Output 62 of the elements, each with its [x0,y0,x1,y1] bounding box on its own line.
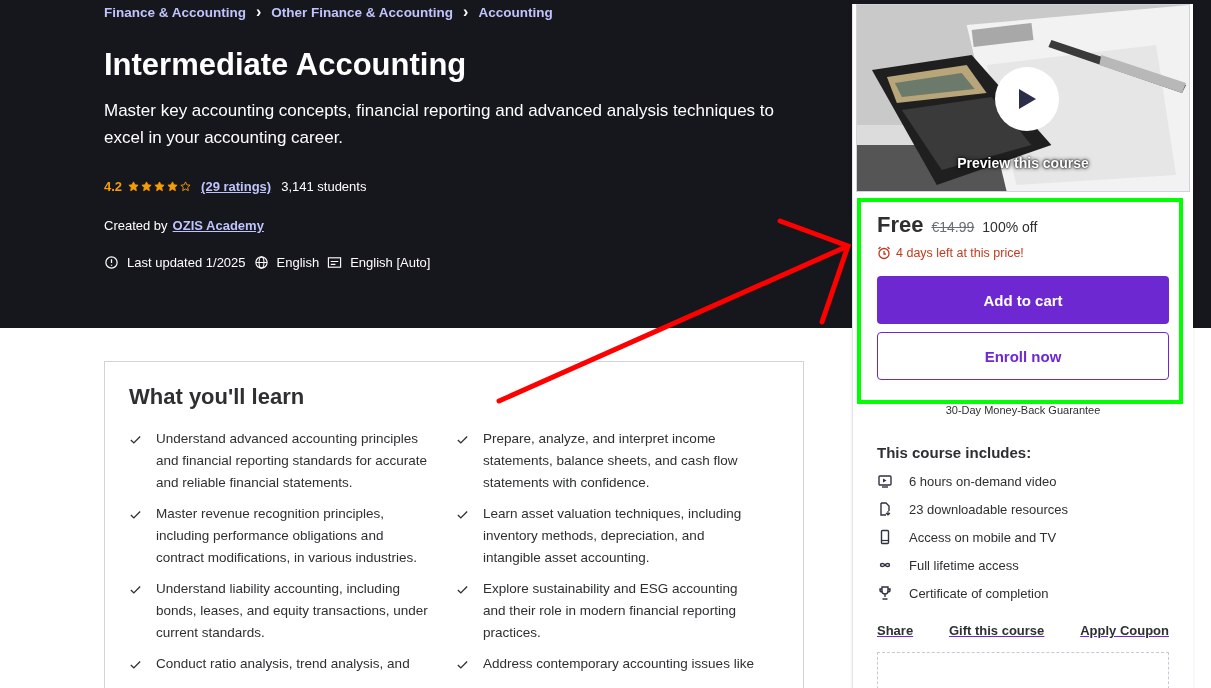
created-by-label: Created by [104,218,168,233]
enroll-button[interactable]: Enroll now [877,332,1169,380]
learning-point: Address contemporary accounting issues like [483,655,754,673]
section-heading: What you'll learn [129,384,305,410]
include-item: Full lifetime access [909,557,1019,573]
check-icon [129,433,142,446]
star-icon [128,181,140,192]
learning-point: Prepare, analyze, and interpret income statements, balance sheets, and cash flow statements with confidence. [483,430,739,492]
check-icon [456,433,469,446]
captions-icon [327,255,343,270]
star-icon [154,181,166,192]
include-item: 23 downloadable resources [909,501,1068,517]
deadline-text: 4 days left at this price! [896,246,1024,260]
price: Free [877,212,924,238]
check-icon [129,658,142,671]
action-link[interactable]: Apply Coupon [1080,623,1169,638]
globe-icon [253,255,269,270]
breadcrumb-link[interactable]: Accounting [478,4,553,20]
author-link[interactable]: OZIS Academy [172,218,264,233]
learning-point: Understand advanced accounting principles and financial reporting standards for accurate and reliable financial statements. [156,430,428,492]
breadcrumb-link[interactable]: Finance & Accounting [104,4,246,20]
star-icon [141,181,153,192]
trophy-icon [877,585,893,601]
coupon-field[interactable] [877,652,1169,688]
star-icon [167,181,179,192]
rating-value: 4.2 [104,179,123,194]
course-subtitle: Master key accounting concepts, financial reporting and advanced analysis techniques to excel in your accounting career. [104,100,775,149]
discount: 100% off [982,219,1038,235]
alarm-clock-icon [877,246,891,260]
learning-point: Explore sustainability and ESG accounting and their role in modern financial reporting practices. [483,580,739,642]
check-icon [129,583,142,596]
include-item: Access on mobile and TV [909,529,1057,545]
language: English [276,255,320,270]
learning-point: Master revenue recognition principles, including performance obligations and contract modifications, in various industries. [156,505,419,567]
chevron-icon: › [256,3,262,21]
learning-point: Understand liability accounting, including bonds, leases, and equity transactions, under current standards. [156,580,429,642]
include-item: Certificate of completion [909,585,1049,601]
action-link[interactable]: Share [877,623,914,638]
check-icon [129,508,142,521]
captions-language: English [Auto] [350,255,431,270]
star-icon [180,181,192,192]
guarantee-text: 30-Day Money-Back Guarantee [945,404,1101,416]
alert-icon [104,255,119,270]
action-link[interactable]: Gift this course [948,623,1045,638]
ratings-link[interactable]: (29 ratings) [201,179,272,194]
video-icon [877,473,893,489]
add-to-cart-button[interactable]: Add to cart [877,276,1169,324]
includes-heading: This course includes: [877,444,1032,461]
original-price: €14.99 [931,219,975,235]
course-title: Intermediate Accounting [104,47,467,83]
chevron-icon: › [463,3,469,21]
check-icon [456,658,469,671]
breadcrumb-link[interactable]: Other Finance & Accounting [271,4,454,20]
learning-point: Learn asset valuation techniques, including inventory methods, depreciation, and intangible asset accounting. [483,505,743,567]
play-icon [1016,87,1038,111]
include-item: 6 hours on-demand video [909,473,1057,489]
check-icon [456,508,469,521]
download-file-icon [877,501,893,517]
learning-point: Conduct ratio analysis, trend analysis, and [156,655,410,673]
check-icon [456,583,469,596]
student-count: 3,141 students [281,179,367,194]
last-updated: Last updated 1/2025 [127,255,246,270]
